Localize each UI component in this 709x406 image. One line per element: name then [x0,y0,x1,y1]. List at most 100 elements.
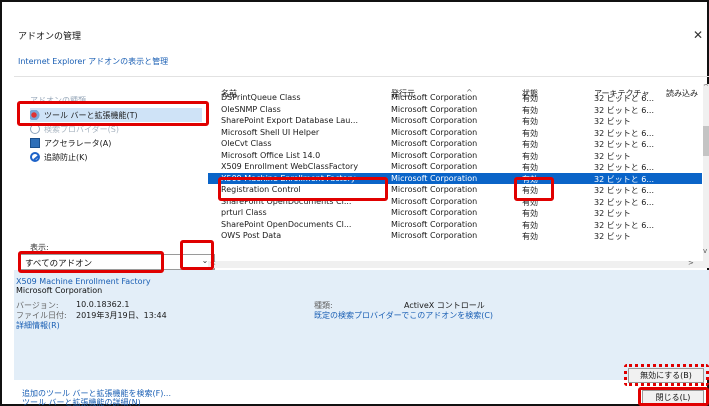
show-dropdown[interactable]: すべてのアドオン ⌄ [20,254,215,270]
architecture-cell: 32 ビットと 6... [594,140,654,149]
addon-name-cell: Registration Control [221,185,301,194]
addons-table: 名前 ^ 発行元 状態 アーキテクチャ 読み込み DSPrintQueue Cl… [208,84,709,268]
file-date-value: 2019年3月19日、13:44 [76,311,167,320]
table-row[interactable]: OleSNMP Class Microsoft Corporation 有効 32 ビ… [208,104,702,115]
architecture-cell: 32 ビット [594,209,631,218]
publisher-cell: Microsoft Corporation [391,139,478,148]
show-dropdown-value: すべてのアドオン [25,259,93,269]
vertical-scroll-thumb[interactable] [703,126,709,156]
publisher-cell: Microsoft Corporation [391,231,478,240]
publisher-cell: Microsoft Corporation [391,116,478,125]
table-row[interactable]: Microsoft Office List 14.0 Microsoft Corp… [208,150,702,161]
table-row[interactable]: SharePoint OpenDocuments Cl... Microsoft … [208,219,702,230]
header-divider [14,76,709,77]
close-button[interactable]: 閉じる(L) [642,390,704,405]
table-row[interactable]: SharePoint OpenDocuments Cl... Microsoft … [208,196,702,207]
table-row[interactable]: Microsoft Shell UI Helper Microsoft Corpo… [208,127,702,138]
table-row[interactable]: OWS Post Data Microsoft Corporation 有効 32 ビ… [208,230,702,241]
accelerator-icon [30,138,40,148]
scroll-right-icon[interactable]: > [688,259,694,267]
addon-name-cell: OleCvt Class [221,139,272,148]
addon-name-cell: prturl Class [221,208,267,217]
dialog-subtitle: Internet Explorer アドオンの表示と管理 [18,57,169,66]
addon-name-cell: SharePoint OpenDocuments Cl... [221,219,352,229]
architecture-cell: 32 ビットと 6... [594,128,654,138]
sidebar-item-label: アクセラレータ(A) [44,138,112,148]
status-cell: 有効 [522,209,538,218]
publisher-cell: Microsoft Corporation [391,173,478,183]
addon-name-cell: Microsoft Shell UI Helper [221,127,320,137]
table-row[interactable]: X509 Enrollment WebClassFactory Microsoft… [208,161,702,172]
architecture-cell: 32 ビットと 6... [594,186,654,195]
publisher-cell: Microsoft Corporation [391,208,478,217]
status-cell: 有効 [522,117,538,126]
details-pane [14,270,709,380]
architecture-cell: 32 ビットと 6... [594,94,654,103]
publisher-cell: Microsoft Corporation [391,196,478,206]
scroll-down-icon[interactable]: v [703,247,707,255]
addon-name-cell: X509 Enrollment WebClassFactory [221,162,359,171]
status-cell: 有効 [522,232,538,241]
publisher-cell: Microsoft Corporation [391,127,478,137]
table-row[interactable]: SharePoint Export Database Lau... Microso… [208,115,702,126]
addon-name-cell: SharePoint OpenDocuments Cl... [221,196,352,206]
version-value: 10.0.18362.1 [76,300,130,309]
addon-name-cell: Microsoft Office List 14.0 [221,150,321,160]
publisher-cell: Microsoft Corporation [391,150,478,160]
status-cell: 有効 [522,174,538,184]
sidebar-item-label: 検索プロバイダー(S) [44,124,119,134]
horizontal-scrollbar[interactable]: < > [208,259,703,268]
addon-name-cell: OleSNMP Class [221,104,281,114]
addon-name-cell: DSPrintQueue Class [221,93,301,102]
close-icon[interactable]: ✕ [693,28,703,42]
sidebar-item-label: 追跡防止(K) [44,152,88,162]
addon-name-cell: OWS Post Data [221,231,282,240]
scroll-up-icon[interactable]: ^ [703,84,709,91]
scroll-left-icon[interactable]: < [210,259,216,267]
addon-name-cell: SharePoint Export Database Lau... [221,116,358,125]
more-info-link[interactable]: 詳細情報(R) [16,320,60,331]
dialog-title: アドオンの管理 [18,32,82,42]
disable-button[interactable]: 無効にする(B) [628,368,704,383]
sidebar-item-search-providers[interactable]: 検索プロバイダー(S) [30,122,119,136]
search-addon-link[interactable]: 既定の検索プロバイダーでこのアドオンを検索(C) [314,310,493,321]
architecture-cell: 32 ビット [594,117,631,126]
status-cell: 有効 [522,151,538,161]
publisher-cell: Microsoft Corporation [391,185,478,194]
table-row[interactable]: OleCvt Class Microsoft Corporation 有効 32 ビッ… [208,138,702,149]
publisher-cell: Microsoft Corporation [391,93,478,102]
status-cell: 有効 [522,163,538,172]
learn-more-extensions-link[interactable]: ツール バーと拡張機能の詳細(N) [22,397,141,406]
table-row[interactable]: DSPrintQueue Class Microsoft Corporation 有… [208,92,702,103]
sidebar-item-tracking-protection[interactable]: 追跡防止(K) [30,150,88,164]
publisher-cell: Microsoft Corporation [391,162,478,171]
architecture-cell: 32 ビット [594,151,631,161]
table-row[interactable]: X509 Machine Enrollment Factory Microsoft… [208,172,702,184]
status-cell: 有効 [522,128,538,138]
table-row[interactable]: prturl Class Microsoft Corporation 有効 32 ビッ… [208,207,702,218]
publisher-cell: Microsoft Corporation [391,219,478,229]
search-provider-icon [30,124,40,134]
sidebar-item-accelerators[interactable]: アクセラレータ(A) [30,136,111,150]
architecture-cell: 32 ビットと 6... [594,220,654,230]
tracking-protection-icon [30,152,40,162]
status-cell: 有効 [522,220,538,230]
status-cell: 有効 [522,105,538,115]
details-addon-name: X509 Machine Enrollment Factory [16,277,151,286]
vertical-scrollbar[interactable]: ^ v [703,84,709,268]
table-row[interactable]: Registration Control Microsoft Corporatio… [208,184,702,195]
publisher-cell: Microsoft Corporation [391,104,478,114]
addon-type-label: アドオンの種類 [30,96,86,105]
status-cell: 有効 [522,197,538,207]
status-cell: 有効 [522,186,538,195]
sidebar-item-toolbars[interactable]: ツール バーと拡張機能(T) [30,108,202,122]
status-cell: 有効 [522,140,538,149]
architecture-cell: 32 ビット [594,232,631,241]
architecture-cell: 32 ビットと 6... [594,105,654,115]
architecture-cell: 32 ビットと 6... [594,174,654,184]
status-cell: 有効 [522,94,538,103]
architecture-cell: 32 ビットと 6... [594,197,654,207]
details-publisher: Microsoft Corporation [16,286,103,295]
toolbar-extension-icon [30,110,40,120]
show-label: 表示: [30,243,49,252]
